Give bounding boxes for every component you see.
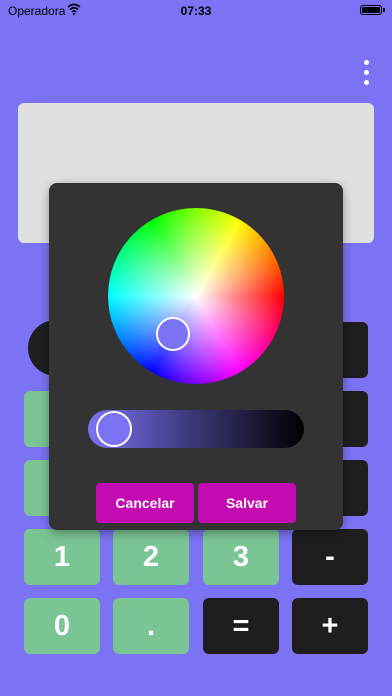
color-wheel-handle[interactable]	[156, 317, 190, 351]
save-button[interactable]: Salvar	[198, 483, 296, 523]
brightness-slider-thumb[interactable]	[96, 411, 132, 447]
battery-tip	[383, 8, 385, 12]
battery-icon	[360, 5, 382, 15]
cancel-button[interactable]: Cancelar	[96, 483, 194, 523]
key-minus[interactable]: -	[292, 529, 368, 585]
key-2[interactable]: 2	[113, 529, 189, 585]
key-3[interactable]: 3	[203, 529, 279, 585]
key-plus[interactable]: +	[292, 598, 368, 654]
color-wheel[interactable]	[108, 208, 284, 384]
key-0[interactable]: 0	[24, 598, 100, 654]
clock: 07:33	[180, 4, 212, 18]
key-equals[interactable]: =	[203, 598, 279, 654]
key-decimal[interactable]: .	[113, 598, 189, 654]
more-menu-icon[interactable]	[357, 56, 377, 90]
key-1[interactable]: 1	[24, 529, 100, 585]
color-picker-dialog: Cancelar Salvar	[49, 183, 343, 530]
status-bar: Operadora 07:33	[0, 0, 392, 22]
